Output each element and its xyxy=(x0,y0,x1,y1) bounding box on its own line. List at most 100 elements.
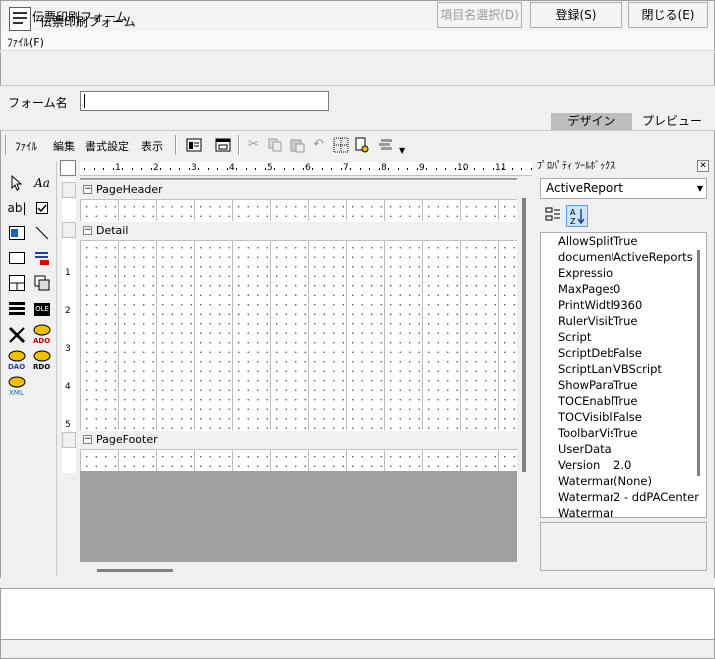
property-row[interactable]: RulerVisibleTrue xyxy=(541,313,701,329)
property-grid[interactable]: AllowSplitTruedocumentNameActiveReportsE… xyxy=(540,232,707,518)
property-value[interactable]: 0 xyxy=(613,281,701,297)
property-row[interactable]: TOCEnabledTrue xyxy=(541,393,701,409)
property-row[interactable]: MaxPages 0 xyxy=(541,281,701,297)
property-value[interactable]: 9360 xyxy=(613,297,701,313)
property-row[interactable]: ScriptDebugFalse xyxy=(541,345,701,361)
property-value[interactable]: True xyxy=(613,393,701,409)
categorized-icon[interactable] xyxy=(544,207,562,225)
shape-icon[interactable] xyxy=(6,247,28,269)
property-grid-scrollbar[interactable] xyxy=(697,250,700,476)
property-value[interactable]: False xyxy=(613,409,701,425)
property-row[interactable]: UserData xyxy=(541,441,701,457)
fields-list-icon[interactable] xyxy=(215,137,231,153)
ruler-tick xyxy=(255,168,256,170)
property-row[interactable]: Watermark(None) xyxy=(541,473,701,489)
xml-data-control[interactable]: XML xyxy=(6,376,28,398)
property-name: ShowParameter xyxy=(558,378,613,392)
collapse-icon[interactable]: − xyxy=(83,435,92,444)
property-row[interactable]: ScriptLanguageVBScript xyxy=(541,361,701,377)
band-pagefooter-body[interactable] xyxy=(80,450,517,471)
property-row[interactable]: ShowParameterTrue xyxy=(541,377,701,393)
register-button[interactable]: 登録(S) xyxy=(530,2,622,28)
property-row[interactable]: Version 2.0 xyxy=(541,457,701,473)
property-row[interactable]: ToolbarVisibleTrue xyxy=(541,425,701,441)
copy-icon[interactable] xyxy=(267,137,283,153)
rich-textbox-icon[interactable] xyxy=(31,247,53,269)
svg-text:Z: Z xyxy=(570,217,576,226)
tools-icon[interactable] xyxy=(6,324,28,346)
property-value[interactable]: ActiveReports xyxy=(613,249,701,265)
pointer-icon[interactable] xyxy=(6,172,28,194)
ado-data-control[interactable]: ADO xyxy=(31,324,53,346)
ruler-tick xyxy=(321,168,323,170)
align-to-grid-icon[interactable] xyxy=(354,137,370,153)
ole-object-tool[interactable]: OLE xyxy=(34,303,50,316)
band-header-pagefooter[interactable]: − PageFooter xyxy=(80,430,517,450)
property-value[interactable]: True xyxy=(613,233,701,249)
dao-data-control[interactable]: DAO xyxy=(6,350,28,372)
textbox-tool[interactable]: Aa xyxy=(31,172,53,194)
form-name-input[interactable] xyxy=(80,91,329,111)
collapse-icon[interactable]: − xyxy=(83,185,92,194)
label-tool[interactable]: ab| xyxy=(6,197,28,219)
ruler-corner[interactable] xyxy=(60,160,76,176)
vertical-scrollbar[interactable] xyxy=(522,198,526,472)
layers-dropdown-icon[interactable] xyxy=(377,137,393,153)
property-value[interactable]: 2 - ddPACenter xyxy=(613,489,701,505)
report-explorer-icon[interactable] xyxy=(186,137,202,153)
horizontal-scrollbar[interactable] xyxy=(97,569,173,572)
chevron-down-icon[interactable]: ▼ xyxy=(399,146,405,155)
property-row[interactable]: TOCVisibleFalse xyxy=(541,409,701,425)
design-surface[interactable]: − PageHeader − Detail − PageFooter xyxy=(80,178,517,562)
snap-grid-icon[interactable] xyxy=(333,137,349,153)
subreport-icon[interactable] xyxy=(6,272,28,294)
close-icon[interactable]: ✕ xyxy=(697,160,709,172)
ruler-tick xyxy=(93,168,95,170)
tab-preview[interactable]: プレビュー xyxy=(633,113,711,130)
toolbar-edit[interactable]: 編集 xyxy=(53,138,75,154)
property-value[interactable]: True xyxy=(613,313,701,329)
checkbox-icon[interactable] xyxy=(31,197,53,219)
property-row[interactable]: Watermark2 - ddPACenter xyxy=(541,489,701,505)
paste-icon[interactable] xyxy=(289,137,305,153)
band-detail-body[interactable] xyxy=(80,241,517,430)
property-row[interactable]: Watermark xyxy=(541,505,701,517)
page-footer-marker[interactable] xyxy=(62,432,76,448)
picture-icon[interactable] xyxy=(6,222,28,244)
toolbar-view[interactable]: 表示 xyxy=(141,138,163,154)
toolbar-format[interactable]: 書式設定 xyxy=(85,138,129,154)
property-row[interactable]: Script xyxy=(541,329,701,345)
property-row[interactable]: documentNameActiveReports xyxy=(541,249,701,265)
undo-icon[interactable]: ↶ xyxy=(313,137,324,152)
band-header-pageheader[interactable]: − PageHeader xyxy=(80,180,517,200)
band-header-detail[interactable]: − Detail xyxy=(80,221,517,241)
property-value[interactable]: VBScript xyxy=(613,361,701,377)
toolbox: Aa ab| OLE ADO DAO RDO XML xyxy=(3,162,57,576)
property-value[interactable]: 2.0 xyxy=(613,457,701,473)
rdo-data-control[interactable]: RDO xyxy=(31,350,53,372)
property-row[interactable]: PrintWidth 9360 xyxy=(541,297,701,313)
property-value[interactable]: (None) xyxy=(613,473,701,489)
cut-icon[interactable]: ✂ xyxy=(248,137,259,152)
property-value[interactable]: True xyxy=(613,425,701,441)
page-header-marker[interactable] xyxy=(62,182,76,198)
property-value[interactable]: True xyxy=(613,377,701,393)
tab-design[interactable]: デザイン xyxy=(551,113,632,130)
frame-icon[interactable] xyxy=(6,298,28,320)
line-icon[interactable] xyxy=(31,222,53,244)
field-select-button[interactable]: 項目名選択(D) xyxy=(437,2,522,28)
toolbar-file[interactable]: ﾌｧｲﾙ xyxy=(15,138,37,154)
band-pageheader-body[interactable] xyxy=(80,200,517,221)
detail-marker[interactable] xyxy=(62,222,76,238)
menu-file[interactable]: ﾌｧｲﾙ(F) xyxy=(7,34,44,50)
property-row[interactable]: Expression xyxy=(541,265,701,281)
ruler-tick xyxy=(530,168,532,170)
page-break-icon[interactable] xyxy=(31,272,53,294)
output-panel[interactable] xyxy=(0,588,715,640)
property-row[interactable]: AllowSplit True xyxy=(541,233,701,249)
close-form-button[interactable]: 閉じる(E) xyxy=(628,2,708,28)
collapse-icon[interactable]: − xyxy=(83,226,92,235)
object-selector[interactable]: ActiveReport ▼ xyxy=(540,178,707,199)
property-value[interactable]: False xyxy=(613,345,701,361)
alphabetical-sort-icon[interactable]: AZ xyxy=(566,205,588,227)
